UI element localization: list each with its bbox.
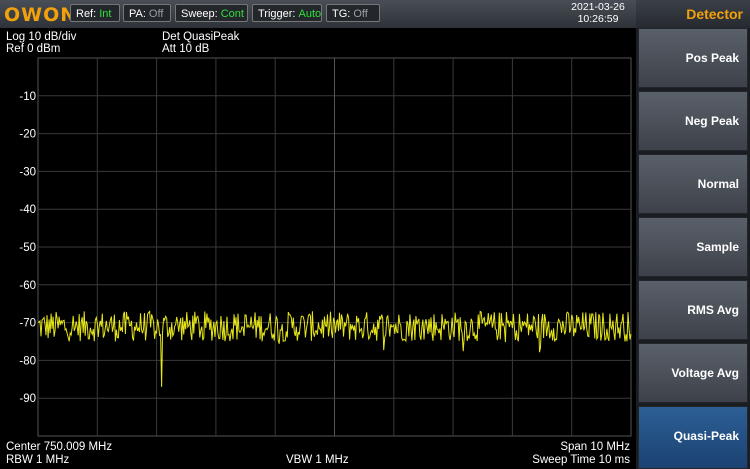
y-tick-label: -10 bbox=[19, 91, 36, 103]
ref-status-value: Int bbox=[99, 8, 112, 20]
tg-status-value: Off bbox=[353, 8, 368, 20]
y-tick-label: -80 bbox=[19, 355, 36, 367]
y-tick-label: -30 bbox=[19, 166, 36, 178]
owon-logo: OWON bbox=[4, 4, 78, 26]
trigger-status-label: Trigger: bbox=[258, 8, 296, 20]
y-tick-label: -40 bbox=[19, 204, 36, 216]
y-tick-label: -90 bbox=[19, 393, 36, 405]
trigger-status-value: Auto bbox=[298, 8, 322, 20]
sweep-status-value: Cont bbox=[220, 8, 244, 20]
y-tick-labels: -10 -20 -30 -40 -50 -60 -70 -80 -90 bbox=[19, 91, 36, 405]
spectrum-display: Log 10 dB/div Ref 0 dBm Det QuasiPeak At… bbox=[0, 28, 636, 469]
sweep-status[interactable]: Sweep: Cont bbox=[175, 4, 248, 22]
softkey-normal[interactable]: Normal bbox=[638, 154, 748, 214]
grid bbox=[37, 57, 632, 437]
softkey-neg-peak[interactable]: Neg Peak bbox=[638, 91, 748, 151]
date-text: 2021-03-26 bbox=[571, 1, 625, 13]
tg-status[interactable]: TG: Off bbox=[326, 4, 380, 22]
ref-status-label: Ref: bbox=[76, 8, 97, 20]
top-status-bar: OWON Ref: Int PA: Off Sweep: Cont Trigger: A… bbox=[0, 0, 636, 29]
softkey-pos-peak[interactable]: Pos Peak bbox=[638, 28, 748, 88]
softkey-sample[interactable]: Sample bbox=[638, 217, 748, 277]
datetime: 2021-03-26 10:26:59 bbox=[563, 1, 633, 25]
y-tick-label: -20 bbox=[19, 129, 36, 141]
pa-status[interactable]: PA: Off bbox=[123, 4, 171, 22]
trigger-status[interactable]: Trigger: Auto bbox=[252, 4, 322, 22]
pa-status-value: Off bbox=[148, 8, 164, 20]
pa-status-label: PA: bbox=[129, 8, 146, 20]
softkey-quasi-peak[interactable]: Quasi-Peak bbox=[638, 406, 748, 469]
sweep-status-label: Sweep: bbox=[181, 8, 218, 20]
tg-status-label: TG: bbox=[332, 8, 351, 20]
softkey-rms-avg[interactable]: RMS Avg bbox=[638, 280, 748, 340]
spectrum-chart: -10 -20 -30 -40 -50 -60 -70 -80 -90 bbox=[19, 57, 632, 437]
ref-status[interactable]: Ref: Int bbox=[70, 4, 120, 22]
softkey-panel: Detector Pos Peak Neg Peak Normal Sample… bbox=[636, 0, 750, 469]
y-tick-label: -60 bbox=[19, 280, 36, 292]
panel-title: Detector bbox=[636, 0, 750, 28]
y-tick-label: -70 bbox=[19, 318, 36, 330]
y-tick-label: -50 bbox=[19, 242, 36, 254]
time-text: 10:26:59 bbox=[577, 13, 619, 25]
softkey-voltage-avg[interactable]: Voltage Avg bbox=[638, 343, 748, 403]
